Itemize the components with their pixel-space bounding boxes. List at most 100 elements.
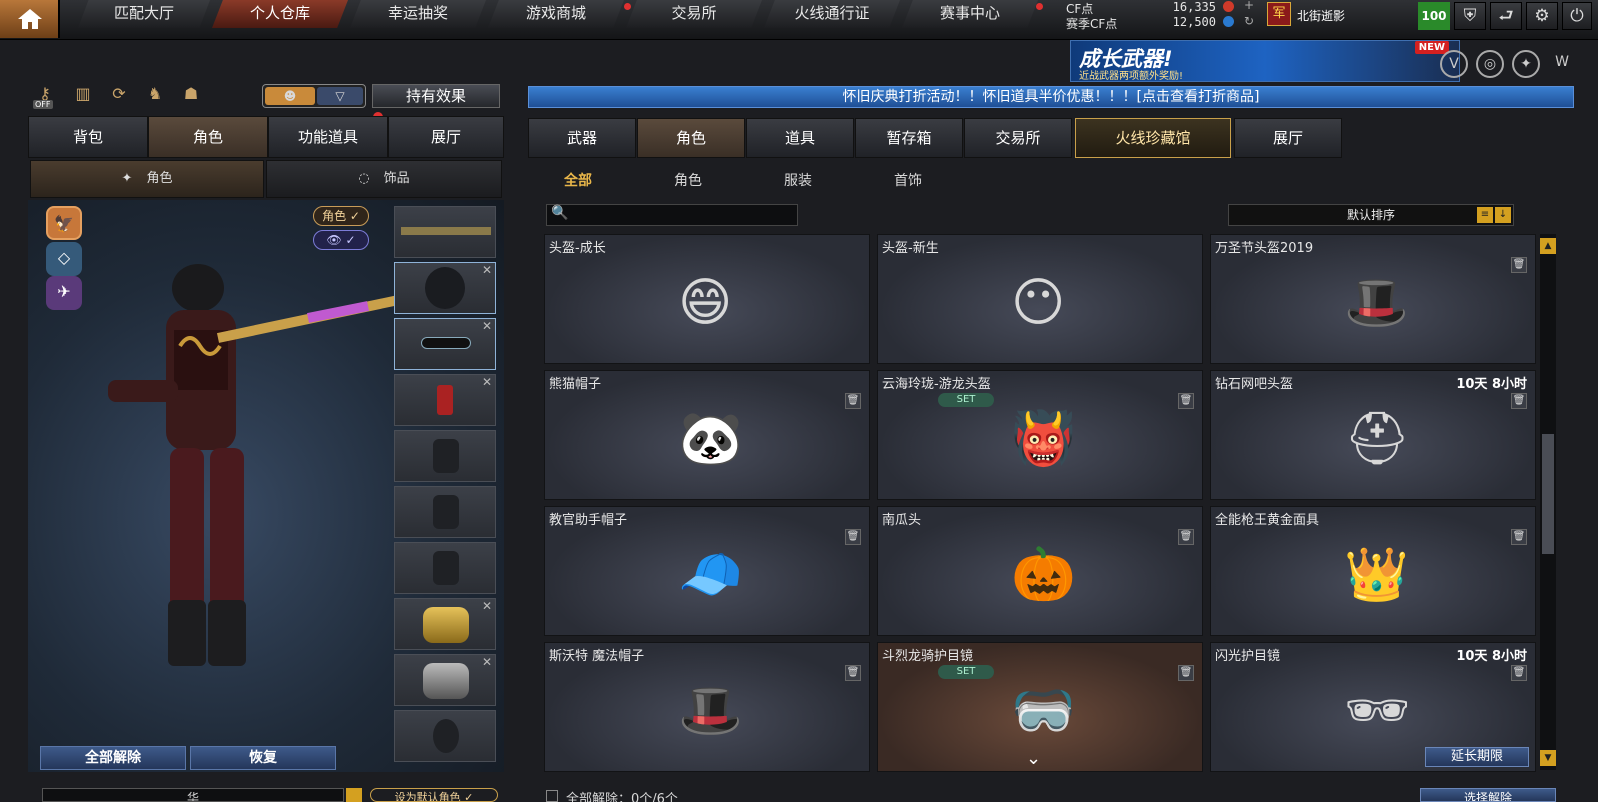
restore-button[interactable]: 恢复 [190,746,336,770]
tab-function-items[interactable]: 功能道具 [268,116,388,158]
item-card[interactable]: 熊猫帽子 🗑 🐼 [544,370,870,500]
gear-icon[interactable]: ⚙ [1526,2,1558,30]
v-emblem-icon[interactable]: V [1440,50,1468,78]
add-icon[interactable]: + [1244,0,1254,12]
discount-promo-bar[interactable]: 怀旧庆典打折活动！！怀旧道具半价优惠！！！[点击查看打折商品] [528,86,1574,108]
emblem-icon[interactable]: ▽ [317,87,363,105]
tab-weapons[interactable]: 武器 [528,118,636,158]
home-button[interactable] [0,0,60,38]
slot-empty-vest[interactable] [394,430,496,482]
remove-icon[interactable]: ✕ [482,599,492,613]
tab-storage[interactable]: 暂存箱 [855,118,963,158]
list-view-icon[interactable]: ≡ [1477,207,1493,223]
item-card[interactable]: 头盔-成长 😄 [544,234,870,364]
stats-icon[interactable]: ▥ [70,84,96,108]
item-card[interactable]: 全能枪王黄金面具 🗑 👑 [1210,506,1536,636]
role-faction-eagle-icon[interactable]: 🦅 [46,206,82,240]
extend-period-button[interactable]: 延长期限 [1425,747,1529,767]
tab-collection-hall[interactable]: 火线珍藏馆 [1075,118,1231,158]
w-logo-icon[interactable]: W [1548,50,1576,78]
item-card[interactable]: 斯沃特 魔法帽子 🗑 🎩 [544,642,870,772]
wrench-icon[interactable]: ✦ [1512,50,1540,78]
remove-icon[interactable]: ✕ [482,375,492,389]
filter-all[interactable]: 全部 [564,170,592,190]
nav-tab-lucky-draw[interactable]: 幸运抽奖 [350,0,486,28]
sort-dropdown[interactable]: 默认排序 ≡ ↓ [1228,204,1514,226]
trash-icon[interactable]: 🗑 [1178,529,1194,545]
trash-icon[interactable]: 🗑 [1511,529,1527,545]
item-card[interactable]: 云海玲珑-游龙头盔 🗑 SET 👹 [877,370,1203,500]
trash-icon[interactable]: 🗑 [1511,257,1527,273]
nav-tab-match-hall[interactable]: 匹配大厅 [78,0,210,28]
trash-icon[interactable]: 🗑 [845,393,861,409]
trash-icon[interactable]: 🗑 [845,665,861,681]
trash-icon[interactable]: 🗑 [1511,393,1527,409]
pose-icon[interactable]: ♞ [142,84,168,108]
tab-backpack[interactable]: 背包 [28,116,148,158]
subtab-character[interactable]: ✦ 角色 [30,160,264,198]
role-faction-wing-icon[interactable]: ◇ [46,242,82,276]
slot-empty-ring[interactable] [394,710,496,762]
user-info[interactable]: 军 北街逝影 [1267,2,1377,28]
role-faction-bird-icon[interactable]: ✈ [46,276,82,310]
unequip-all-button[interactable]: 全部解除 [40,746,186,770]
select-unequip-button[interactable]: 选择解除 [1420,788,1556,802]
filter-character[interactable]: 角色 [674,170,702,190]
slot-glove-gold[interactable]: ✕ [394,598,496,650]
tab-exchange[interactable]: 交易所 [964,118,1072,158]
slot-helmet[interactable]: ✕ [394,262,496,314]
scroll-down-icon[interactable]: ▼ [1540,750,1556,766]
promo-banner[interactable]: 成长武器! 近战武器两项额外奖励! NEW [1070,40,1460,82]
slot-weapon[interactable] [394,206,496,258]
tab-showroom-right[interactable]: 展厅 [1234,118,1342,158]
sort-desc-icon[interactable]: ↓ [1495,207,1511,223]
slot-empty-body[interactable] [394,486,496,538]
target-icon[interactable]: ◎ [1476,50,1504,78]
slot-empty-pants[interactable] [394,542,496,594]
slot-goggles[interactable]: ✕ [394,318,496,370]
nav-tab-battle-pass[interactable]: 火线通行证 [764,0,900,28]
item-card[interactable]: 钻石网吧头盔 10天 8小时 🗑 ⛑ [1210,370,1536,500]
tab-character[interactable]: 角色 [148,116,268,158]
view-toggle[interactable]: ☻ ▽ [262,84,366,108]
item-card[interactable]: 南瓜头 🗑 🎃 [877,506,1203,636]
item-card[interactable]: 教官助手帽子 🗑 🧢 [544,506,870,636]
mouse-icon[interactable]: ☗ [178,84,204,108]
refresh-icon[interactable]: ↻ [1244,14,1254,28]
item-card[interactable]: 万圣节头盔2019 🗑 🎩 [1210,234,1536,364]
slot-glove-silver[interactable]: ✕ [394,654,496,706]
visibility-pill[interactable]: 👁 ✓ [313,230,369,250]
nav-tab-events[interactable]: 赛事中心 [902,0,1038,28]
character-name-field[interactable]: 华 [42,788,344,802]
power-icon[interactable]: ⏻ [1562,2,1592,30]
tab-items[interactable]: 道具 [746,118,854,158]
trash-icon[interactable]: 🗑 [1511,665,1527,681]
scroll-thumb[interactable] [1542,434,1554,554]
remove-icon[interactable]: ✕ [482,319,492,333]
scroll-up-icon[interactable]: ▲ [1540,238,1556,254]
unequip-checkbox[interactable] [546,790,558,802]
nav-tab-exchange[interactable]: 交易所 [626,0,762,28]
filter-clothing[interactable]: 服装 [784,170,812,190]
nav-tab-warehouse[interactable]: 个人仓库 [212,0,348,28]
role-pill[interactable]: 角色 ✓ [313,206,369,226]
list-icon[interactable] [346,788,362,802]
tab-characters[interactable]: 角色 [637,118,745,158]
face-icon[interactable]: ☻ [265,87,315,105]
set-default-character-button[interactable]: 设为默认角色 ✓ [370,788,498,802]
remove-icon[interactable]: ✕ [482,263,492,277]
filter-jewelry[interactable]: 首饰 [894,170,922,190]
rotate-icon[interactable]: ⟳ [106,84,132,108]
shield-icon[interactable]: ⛨ [1454,2,1486,30]
search-input[interactable]: 🔍 [546,204,798,226]
nav-tab-game-mall[interactable]: 游戏商城 [488,0,624,28]
slot-accessory[interactable]: ✕ [394,374,496,426]
trash-icon[interactable]: 🗑 [845,529,861,545]
item-card[interactable]: 头盔-新生 😶 [877,234,1203,364]
trash-icon[interactable]: 🗑 [1178,665,1194,681]
return-icon[interactable]: ⮐ [1490,2,1522,30]
item-card[interactable]: 闪光护目镜 10天 8小时 🗑 🕶 延长期限 [1210,642,1536,772]
remove-icon[interactable]: ✕ [482,655,492,669]
holding-effect-button[interactable]: 持有效果 [372,84,500,108]
tab-showroom[interactable]: 展厅 [388,116,504,158]
